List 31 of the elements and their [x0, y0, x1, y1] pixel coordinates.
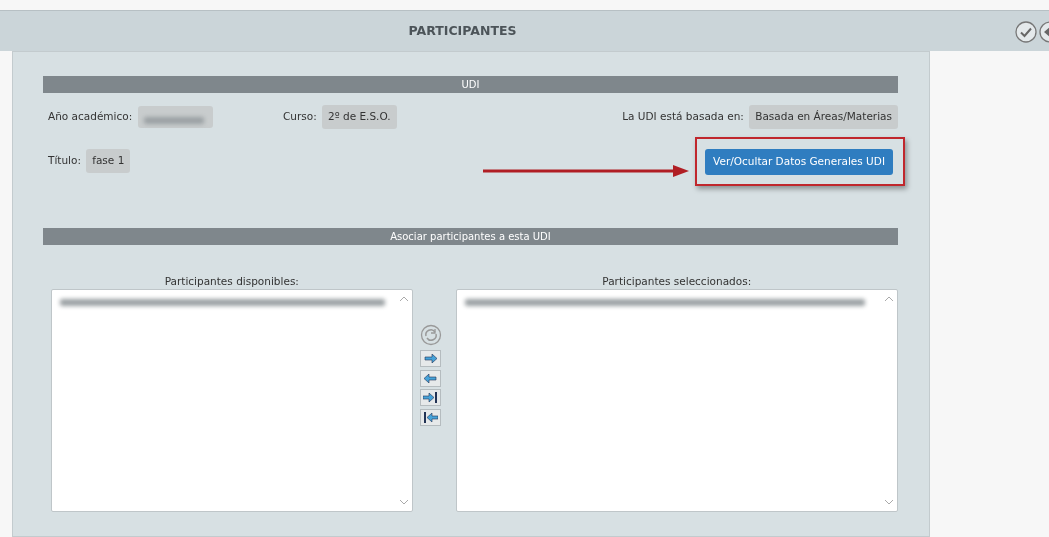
list-label: Participantes seleccionados:: [601, 273, 753, 289]
field-label: Curso:: [283, 109, 317, 124]
field-value: 2º de E.S.O.: [322, 105, 397, 129]
section-header: Asociar participantes a esta UDI: [43, 227, 898, 245]
field-value: Basada en Áreas/Materias: [749, 105, 898, 129]
scroll-up-icon[interactable]: [399, 296, 408, 302]
field-label: Título:: [48, 153, 81, 169]
blurred-list-item[interactable]: [60, 299, 385, 307]
available-list[interactable]: [51, 289, 413, 513]
left-arrow-icon: [423, 373, 437, 383]
checkmark-icon[interactable]: [1015, 21, 1037, 43]
blurred-list-item[interactable]: [464, 299, 865, 307]
toggle-data-button[interactable]: Ver/Ocultar Datos Generales UDI: [705, 148, 893, 175]
field-label: La UDI está basada en:: [622, 109, 744, 124]
field-value: fase 1: [86, 149, 131, 173]
move-all-left-button[interactable]: [419, 409, 441, 426]
page-title: PARTICIPANTES: [407, 21, 518, 40]
refresh-icon[interactable]: [419, 323, 442, 346]
section-header: UDI: [43, 76, 898, 93]
scroll-up-icon[interactable]: [885, 296, 893, 302]
move-left-button[interactable]: [419, 369, 441, 387]
arrow-to-bar-icon: [422, 392, 438, 404]
move-all-right-button[interactable]: [419, 389, 441, 407]
arrow-to-bar-icon: [422, 412, 438, 423]
scroll-down-icon[interactable]: [885, 500, 893, 506]
selected-list[interactable]: [455, 289, 898, 513]
right-arrow-icon: [423, 354, 437, 364]
move-right-button[interactable]: [419, 350, 441, 368]
list-label: Participantes disponibles:: [163, 273, 300, 289]
field-label: Año académico:: [48, 109, 133, 124]
scroll-down-icon[interactable]: [399, 500, 408, 506]
